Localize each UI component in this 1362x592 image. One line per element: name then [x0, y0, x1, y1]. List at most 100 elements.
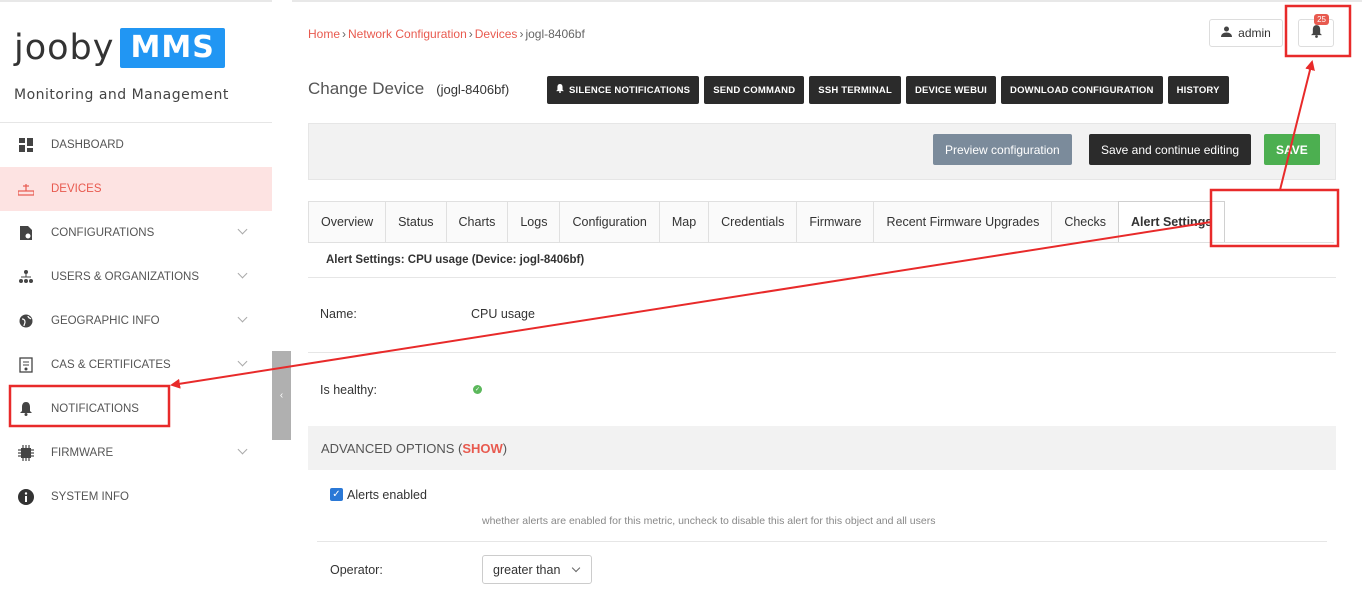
network-icon — [18, 181, 34, 197]
sidebar-nav: DASHBOARD DEVICES CONFIGURATIONS USERS &… — [0, 122, 272, 519]
tab-overview[interactable]: Overview — [308, 201, 387, 242]
globe-icon — [18, 313, 34, 329]
breadcrumb-home[interactable]: Home — [308, 27, 340, 41]
ssh-terminal-button[interactable]: SSH TERMINAL — [809, 76, 901, 104]
sidebar-item-label: CAS & CERTIFICATES — [51, 359, 171, 371]
breadcrumb-sep: › — [519, 27, 524, 41]
tab-checks[interactable]: Checks — [1051, 201, 1120, 242]
breadcrumb: Home › Network Configuration › Devices › jogl-… — [308, 27, 585, 41]
operator-selected-value: greater than — [493, 562, 561, 577]
alerts-enabled-checkbox[interactable]: ✓ — [330, 488, 343, 501]
sidebar-item-users-organizations[interactable]: USERS & ORGANIZATIONS — [0, 255, 272, 299]
object-tools: SILENCE NOTIFICATIONS SEND COMMAND SSH T… — [547, 76, 1229, 104]
download-configuration-button[interactable]: DOWNLOAD CONFIGURATION — [1001, 76, 1163, 104]
sidebar-item-label: USERS & ORGANIZATIONS — [51, 271, 200, 283]
operator-select[interactable]: greater than — [482, 555, 592, 584]
alerts-enabled-label[interactable]: Alerts enabled — [347, 488, 427, 502]
tab-credentials[interactable]: Credentials — [708, 201, 798, 242]
sidebar-item-system-info[interactable]: SYSTEM INFO — [0, 475, 272, 519]
device-webui-button[interactable]: DEVICE WEBUI — [905, 76, 997, 104]
sidebar-item-cas-certificates[interactable]: CAS & CERTIFICATES — [0, 343, 272, 387]
breadcrumb-sep: › — [342, 27, 347, 41]
preview-configuration-button[interactable]: Preview configuration — [933, 134, 1072, 165]
sidebar-item-label: DASHBOARD — [51, 139, 124, 151]
tab-alert-settings[interactable]: Alert Settings — [1118, 201, 1226, 242]
main-content: Home › Network Configuration › Devices › jogl-… — [292, 0, 1362, 592]
alert-settings-heading: Alert Settings: CPU usage (Device: jogl-… — [326, 254, 585, 266]
tab-recent-firmware-upgrades[interactable]: Recent Firmware Upgrades — [873, 201, 1053, 242]
bell-icon — [1310, 25, 1322, 41]
breadcrumb-devices[interactable]: Devices — [475, 27, 518, 41]
notification-count-badge: 25 — [1314, 14, 1329, 25]
user-menu-button[interactable]: admin — [1209, 19, 1283, 47]
breadcrumb-sep: › — [468, 27, 473, 41]
tab-bar: Overview Status Charts Logs Configuratio… — [308, 201, 1334, 243]
tab-firmware[interactable]: Firmware — [796, 201, 875, 242]
alerts-enabled-help: whether alerts are enabled for this metr… — [482, 515, 936, 527]
submit-row: Preview configuration Save and continue … — [308, 123, 1336, 180]
org-chart-icon — [18, 269, 34, 285]
sidebar-item-label: SYSTEM INFO — [51, 491, 129, 503]
notifications-button[interactable]: 25 — [1298, 14, 1334, 47]
page-title: Change Device — [308, 79, 425, 98]
logo-box: MMS — [120, 28, 225, 68]
sidebar: jooby MMS Monitoring and Management DASHB… — [0, 0, 272, 592]
sidebar-collapse-toggle[interactable]: ‹ — [272, 351, 291, 440]
tagline: Monitoring and Management — [14, 87, 229, 103]
advanced-options-header[interactable]: ADVANCED OPTIONS (SHOW) — [308, 426, 1336, 470]
tab-charts[interactable]: Charts — [445, 201, 509, 242]
sidebar-item-label: NOTIFICATIONS — [51, 403, 139, 415]
chevron-down-icon[interactable] — [237, 268, 248, 279]
is-healthy-label: Is healthy: — [320, 383, 377, 397]
sidebar-item-label: GEOGRAPHIC INFO — [51, 315, 160, 327]
chevron-down-icon[interactable] — [237, 224, 248, 235]
save-and-continue-button[interactable]: Save and continue editing — [1089, 134, 1252, 165]
sidebar-item-firmware[interactable]: FIRMWARE — [0, 431, 272, 475]
info-icon — [18, 489, 34, 505]
advanced-options-label: ADVANCED OPTIONS ( — [321, 440, 463, 456]
logo[interactable]: jooby MMS — [14, 28, 225, 68]
tab-map[interactable]: Map — [658, 201, 710, 242]
tab-logs[interactable]: Logs — [507, 201, 561, 242]
divider — [308, 352, 1336, 353]
sidebar-item-label: DEVICES — [51, 183, 102, 195]
page-title-row: Change Device (jogl-8406bf) — [308, 79, 509, 99]
check-circle-icon: ✓ — [473, 385, 482, 394]
name-value: CPU usage — [471, 307, 535, 321]
sidebar-item-notifications[interactable]: NOTIFICATIONS — [0, 387, 272, 431]
chevron-down-icon[interactable] — [237, 444, 248, 455]
dashboard-icon — [18, 137, 34, 153]
operator-label: Operator: — [330, 563, 383, 577]
divider — [308, 277, 1336, 278]
tab-status[interactable]: Status — [385, 201, 447, 242]
history-button[interactable]: HISTORY — [1167, 76, 1229, 104]
silence-notifications-button[interactable]: SILENCE NOTIFICATIONS — [547, 76, 700, 104]
breadcrumb-current: jogl-8406bf — [525, 27, 585, 41]
bell-icon — [556, 84, 564, 96]
show-advanced-link[interactable]: SHOW — [462, 441, 502, 456]
name-label: Name: — [320, 307, 357, 321]
page-subtitle: (jogl-8406bf) — [436, 81, 510, 97]
sidebar-item-label: CONFIGURATIONS — [51, 227, 155, 239]
sidebar-item-devices[interactable]: DEVICES — [0, 167, 272, 211]
silence-label: SILENCE NOTIFICATIONS — [569, 84, 691, 96]
sidebar-item-geographic-info[interactable]: GEOGRAPHIC INFO — [0, 299, 272, 343]
bell-icon — [18, 401, 34, 417]
chevron-down-icon[interactable] — [237, 356, 248, 367]
divider — [317, 541, 1327, 542]
username: admin — [1238, 26, 1271, 40]
user-icon — [1221, 26, 1233, 40]
sidebar-item-configurations[interactable]: CONFIGURATIONS — [0, 211, 272, 255]
send-command-button[interactable]: SEND COMMAND — [704, 76, 805, 104]
sidebar-item-label: FIRMWARE — [51, 447, 114, 459]
chip-icon — [18, 445, 34, 461]
chevron-down-icon[interactable] — [237, 312, 248, 323]
logo-word: jooby — [14, 28, 115, 68]
advanced-options-close: ) — [502, 440, 508, 456]
save-button[interactable]: SAVE — [1264, 134, 1320, 165]
file-gear-icon — [18, 225, 34, 241]
sidebar-item-dashboard[interactable]: DASHBOARD — [0, 123, 272, 167]
certificate-icon — [18, 357, 34, 373]
breadcrumb-network[interactable]: Network Configuration — [348, 27, 467, 41]
tab-configuration[interactable]: Configuration — [559, 201, 660, 242]
